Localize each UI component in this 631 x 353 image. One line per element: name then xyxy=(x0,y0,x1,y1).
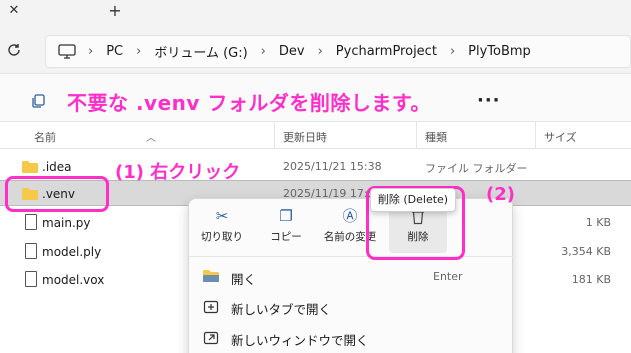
context-menu-actions: ✂ 切り取り ❐ コピー Ⓐ 名前の変更 削除 xyxy=(189,199,514,257)
menu-item-open[interactable]: 開く Enter xyxy=(189,262,514,292)
more-options-icon[interactable]: ··· xyxy=(477,92,501,110)
breadcrumb-item-pc[interactable]: PC xyxy=(106,44,123,59)
file-size: 3,354 KB xyxy=(561,245,611,258)
annotation-highlight-venv xyxy=(5,176,109,212)
breadcrumb: › PC › ボリューム (G:) › Dev › PycharmProject… xyxy=(88,36,531,67)
annotation-title: 不要な .venv フォルダを削除します。 xyxy=(67,91,431,115)
menu-item-label: 開く xyxy=(231,272,257,287)
copy-label: コピー xyxy=(270,231,302,243)
chevron-right-icon: › xyxy=(136,44,142,59)
menu-item-label: 新しいウィンドウで開く xyxy=(231,333,369,348)
breadcrumb-item-volume[interactable]: ボリューム (G:) xyxy=(154,42,247,61)
cut-label: 切り取り xyxy=(201,231,243,243)
column-divider[interactable] xyxy=(535,122,536,149)
vox-file-icon xyxy=(25,271,37,287)
annotation-step2: (2) xyxy=(486,184,515,205)
breadcrumb-item-dev[interactable]: Dev xyxy=(279,44,305,59)
delete-tooltip: 削除 (Delete) xyxy=(370,188,456,212)
pc-icon xyxy=(58,44,76,59)
address-bar[interactable]: › PC › ボリューム (G:) › Dev › PycharmProject… xyxy=(45,35,631,68)
folder-icon xyxy=(22,160,38,173)
column-name[interactable]: 名前 xyxy=(34,129,56,145)
chevron-right-icon: › xyxy=(317,44,323,59)
tab-close-icon[interactable]: ✕ xyxy=(7,2,21,20)
column-type[interactable]: 種類 xyxy=(425,129,447,145)
title-bar: ✕ + xyxy=(0,0,631,28)
refresh-icon[interactable] xyxy=(6,42,22,58)
new-tab-icon xyxy=(203,299,219,315)
menu-item-shortcut: Enter xyxy=(433,270,463,283)
file-name: main.py xyxy=(42,216,91,230)
chevron-right-icon: › xyxy=(260,44,266,59)
file-size: 1 KB xyxy=(585,216,611,229)
breadcrumb-item-plytobmp[interactable]: PlyToBmp xyxy=(468,44,531,59)
menu-item-label: 新しいタブで開く xyxy=(231,302,332,317)
chevron-right-icon: › xyxy=(449,44,456,59)
address-row: › PC › ボリューム (G:) › Dev › PycharmProject… xyxy=(0,28,631,74)
ply-file-icon xyxy=(25,243,37,259)
new-window-icon xyxy=(203,330,219,346)
column-size[interactable]: サイズ xyxy=(544,129,577,145)
column-date[interactable]: 更新日時 xyxy=(283,129,327,145)
file-date: 2025/11/21 15:38 xyxy=(283,160,382,173)
file-name: .idea xyxy=(42,160,72,174)
new-tab-icon[interactable]: + xyxy=(107,2,123,20)
sort-caret-icon: ︿ xyxy=(146,133,156,144)
open-folder-icon xyxy=(203,269,219,285)
file-name: model.ply xyxy=(42,245,102,259)
annotation-step1: (1) 右クリック xyxy=(115,162,241,183)
column-header: ︿ 名前 更新日時 種類 サイズ xyxy=(0,122,631,149)
command-bar: 不要な .venv フォルダを削除します。 ··· xyxy=(0,74,631,122)
file-name: model.vox xyxy=(42,273,105,287)
file-type: ファイル フォルダー xyxy=(425,162,528,175)
cut-icon: ✂ xyxy=(215,207,229,225)
file-size: 181 KB xyxy=(571,273,611,286)
chevron-right-icon: › xyxy=(88,44,94,59)
menu-item-open-new-tab[interactable]: 新しいタブで開く xyxy=(189,292,514,322)
copy-icon[interactable] xyxy=(31,94,45,108)
column-divider[interactable] xyxy=(416,122,417,149)
cut-button[interactable]: ✂ 切り取り xyxy=(193,205,251,253)
copy-button[interactable]: ❐ コピー xyxy=(257,205,315,253)
copy-icon: ❐ xyxy=(279,207,293,225)
python-file-icon xyxy=(25,214,37,230)
menu-item-open-new-window[interactable]: 新しいウィンドウで開く xyxy=(189,323,514,353)
breadcrumb-item-pycharmproject[interactable]: PycharmProject xyxy=(336,44,437,59)
column-divider[interactable] xyxy=(274,122,275,149)
